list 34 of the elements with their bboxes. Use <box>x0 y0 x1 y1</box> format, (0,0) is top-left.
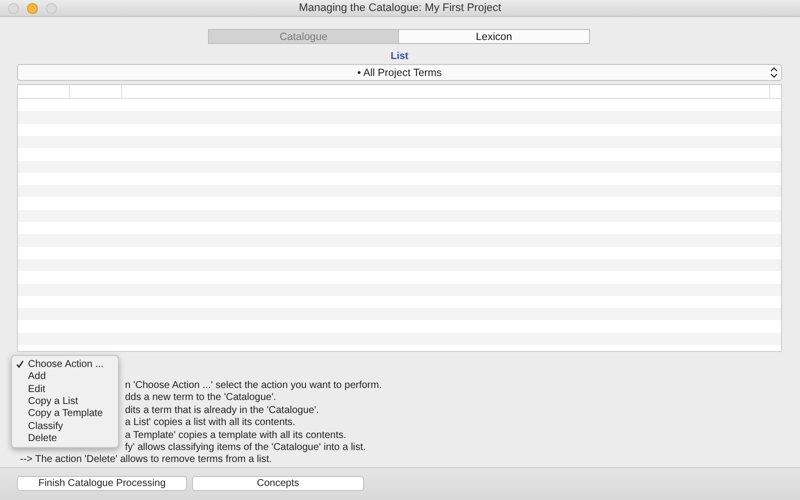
table-row[interactable] <box>18 284 781 296</box>
menu-item[interactable]: Delete <box>12 432 118 445</box>
help-text: --> The action 'Delete' allows to remove terms from a list. <box>20 454 272 467</box>
table-row[interactable] <box>18 185 781 198</box>
finish-button[interactable]: Finish Catalogue Processing <box>17 476 187 492</box>
table-row[interactable] <box>18 111 781 124</box>
help-text: a List' copies a list with all its contents. <box>125 417 296 430</box>
minimize-icon[interactable] <box>27 3 38 14</box>
table-row[interactable] <box>18 160 781 173</box>
window-title: Managing the Catalogue: My First Project <box>298 2 502 14</box>
menu-item[interactable]: Copy a List <box>12 395 118 408</box>
tab[interactable]: Lexicon <box>399 29 590 44</box>
table-row[interactable] <box>18 234 781 247</box>
table-row[interactable] <box>18 210 781 222</box>
table-row[interactable] <box>18 136 781 148</box>
help-text: a Template' copies a template with all its contents. <box>125 430 346 442</box>
help-text: dds a new term to the 'Catalogue'. <box>125 392 276 405</box>
table-row[interactable] <box>18 308 781 320</box>
up-down-arrows-icon <box>770 67 778 78</box>
close-icon[interactable] <box>8 3 19 14</box>
concepts-button[interactable]: Concepts <box>192 476 364 492</box>
help-text: fy' allows classifying items of the 'Catalogue' into a list. <box>125 442 366 454</box>
menu-item[interactable]: Edit <box>12 382 118 396</box>
zoom-icon[interactable] <box>46 3 57 14</box>
table-row[interactable] <box>18 258 781 272</box>
menu-item[interactable]: Copy a Template <box>12 408 118 420</box>
table-row[interactable] <box>18 332 781 346</box>
help-text: n 'Choose Action ...' select the action you want to perform. <box>125 380 382 392</box>
menu-item[interactable]: Choose Action ... <box>12 358 118 370</box>
menu-item[interactable]: Classify <box>12 420 118 432</box>
menu-item[interactable]: Add <box>12 370 118 383</box>
list-dropdown[interactable]: • All Project Terms <box>17 64 782 82</box>
help-text: dits a term that is already in the 'Catalogue'. <box>125 404 319 418</box>
list-label: List <box>390 51 408 62</box>
